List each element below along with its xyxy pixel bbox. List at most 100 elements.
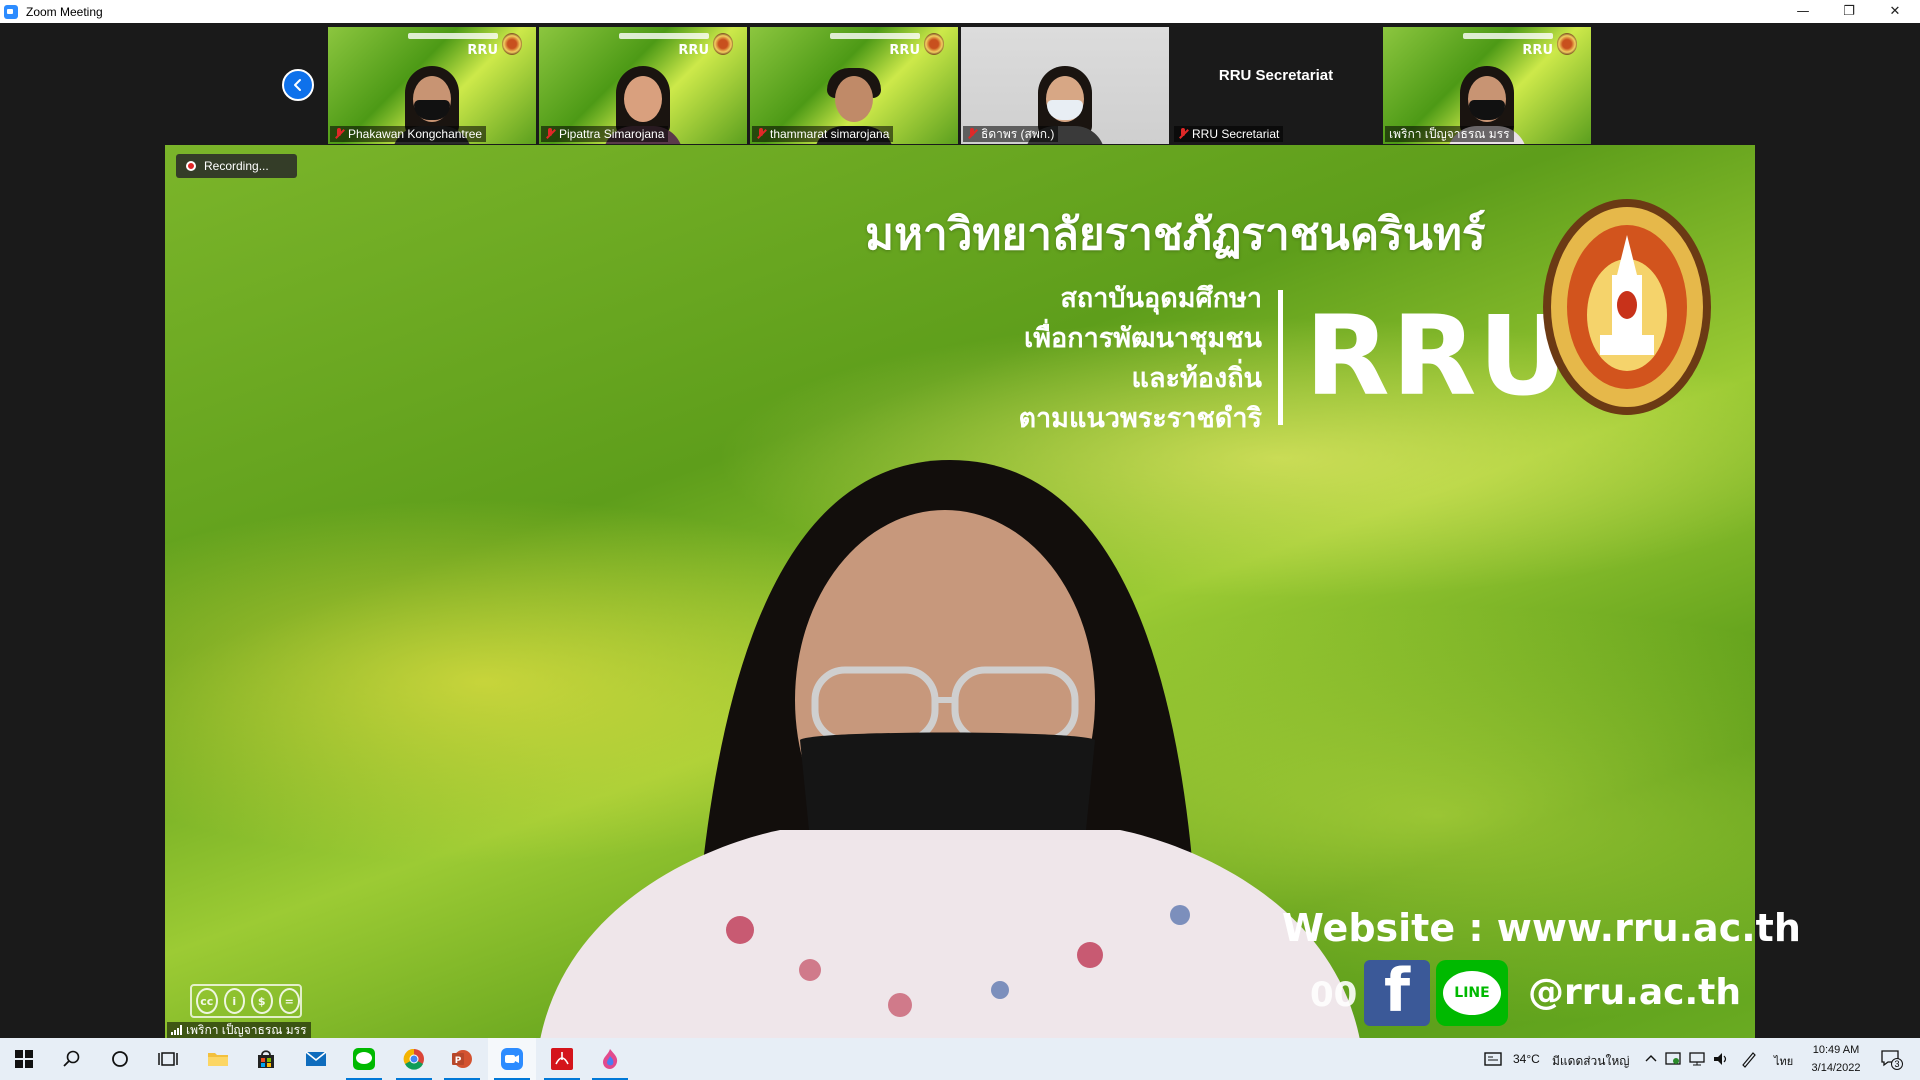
active-speaker-name: เพริกา เป็ญจาธรณ มรร	[186, 1022, 307, 1037]
start-button[interactable]	[0, 1038, 48, 1080]
close-button[interactable]: ✕	[1872, 0, 1918, 23]
weather-temperature[interactable]: 34°C	[1513, 1052, 1540, 1066]
cc-nd-icon: =	[278, 988, 300, 1014]
line-label: LINE	[1443, 971, 1501, 1015]
mic-muted-icon	[545, 128, 555, 140]
acrobat-button[interactable]	[538, 1038, 586, 1080]
background-university-name: มหาวิทยาลัยราชภัฏราชนครินทร์	[865, 209, 1486, 260]
volume-icon[interactable]	[1712, 1050, 1730, 1068]
windows-logo-icon	[15, 1050, 33, 1068]
university-seal-icon	[502, 33, 522, 55]
mic-muted-icon	[334, 128, 344, 140]
previous-page-button[interactable]	[282, 69, 314, 101]
clock-time: 10:49 AM	[1812, 1044, 1860, 1056]
background-subtitle-line: เพื่อการพัฒนาชุมชน	[1024, 323, 1262, 354]
search-icon	[63, 1050, 80, 1067]
facebook-letter: f	[1383, 960, 1411, 1026]
network-icon[interactable]	[1688, 1050, 1706, 1068]
background-website-text: Website : www.rru.ac.th	[1282, 906, 1801, 950]
window-title: Zoom Meeting	[26, 4, 103, 19]
notification-count-badge: 3	[1891, 1058, 1903, 1070]
microsoft-store-button[interactable]	[242, 1038, 290, 1080]
creative-commons-badge: cc i $ =	[190, 984, 302, 1018]
line-app-icon: LINE	[1436, 960, 1508, 1026]
participant-name-bar: Phakawan Kongchantree	[330, 126, 487, 142]
line-taskbar-button[interactable]	[340, 1038, 388, 1080]
pen-ink-icon[interactable]	[1740, 1050, 1758, 1068]
participant-thumbnail[interactable]: RRU Pipattra Simarojana	[539, 27, 747, 144]
chevron-up-icon[interactable]	[1642, 1050, 1660, 1068]
task-view-icon	[158, 1052, 178, 1066]
mail-button[interactable]	[292, 1038, 340, 1080]
mic-muted-icon	[1178, 128, 1188, 140]
participant-name-bar: thammarat simarojana	[752, 126, 894, 142]
minimize-button[interactable]: —	[1780, 0, 1826, 23]
chrome-button[interactable]	[390, 1038, 438, 1080]
window-titlebar: Zoom Meeting — ❐ ✕	[0, 0, 1920, 23]
weather-condition[interactable]: มีแดดส่วนใหญ่	[1552, 1052, 1630, 1071]
facebook-icon: f	[1364, 960, 1430, 1026]
powerpoint-icon: P	[452, 1050, 472, 1068]
participant-name: ธิดาพร (สพก.)	[981, 126, 1055, 141]
background-university-text	[408, 33, 498, 39]
mail-icon	[305, 1051, 327, 1066]
store-bag-icon	[258, 1050, 274, 1068]
clock-date: 3/14/2022	[1811, 1062, 1861, 1074]
cortana-icon	[112, 1051, 128, 1067]
line-app-icon	[353, 1048, 375, 1070]
task-view-button[interactable]	[144, 1038, 192, 1080]
background-university-text	[619, 33, 709, 39]
folder-icon	[208, 1053, 228, 1066]
participant-name-bar: ธิดาพร (สพก.)	[963, 126, 1059, 142]
system-clock[interactable]: 10:49 AM 3/14/2022	[1806, 1041, 1866, 1077]
zoom-app-icon	[501, 1048, 523, 1070]
background-social-handle: @rru.ac.th	[1528, 972, 1741, 1013]
zoom-taskbar-button[interactable]	[488, 1038, 536, 1080]
participant-name: RRU Secretariat	[1192, 127, 1280, 141]
cc-icon: cc	[196, 988, 218, 1014]
restore-button[interactable]: ❐	[1826, 0, 1872, 23]
participant-name-bar: RRU Secretariat	[1174, 126, 1284, 142]
file-explorer-button[interactable]	[194, 1038, 242, 1080]
background-university-text	[830, 33, 920, 39]
participant-name-bar: Pipattra Simarojana	[541, 126, 669, 142]
participant-thumbnail[interactable]: RRU Phakawan Kongchantree	[328, 27, 536, 144]
news-widget-icon[interactable]	[1484, 1050, 1502, 1068]
participant-thumbnail[interactable]: ธิดาพร (สพก.)	[961, 27, 1169, 144]
security-shield-icon[interactable]	[1664, 1050, 1682, 1068]
recording-label: Recording...	[204, 159, 269, 173]
recording-indicator[interactable]: Recording...	[176, 154, 297, 178]
flame-app-icon	[603, 1049, 618, 1069]
speaker-person	[540, 460, 1360, 1040]
recording-dot-icon	[186, 161, 196, 171]
action-center-button[interactable]: 3	[1880, 1048, 1903, 1070]
participant-name: Pipattra Simarojana	[559, 127, 665, 141]
search-button[interactable]	[48, 1038, 96, 1080]
powerpoint-button[interactable]: P	[438, 1038, 486, 1080]
background-partial-text: 00	[1310, 975, 1358, 1015]
signal-strength-icon	[171, 1025, 182, 1035]
mic-muted-icon	[967, 128, 977, 140]
participant-thumbnail[interactable]: RRU thammarat simarojana	[750, 27, 958, 144]
media-app-button[interactable]	[586, 1038, 634, 1080]
participant-name-bar: เพริกา เป็ญจาธรณ มรร	[1385, 126, 1514, 142]
mic-muted-icon	[756, 128, 766, 140]
participant-thumbnail[interactable]: RRU Secretariat RRU Secretariat	[1172, 27, 1380, 144]
zoom-app-icon	[4, 4, 18, 19]
participant-name: thammarat simarojana	[770, 127, 890, 141]
university-seal-icon	[1543, 199, 1711, 415]
pdf-icon	[551, 1048, 573, 1070]
university-seal-icon	[1557, 33, 1577, 55]
participant-thumbnail-active-speaker[interactable]: RRU เพริกา เป็ญจาธรณ มรร	[1383, 27, 1591, 144]
participant-name: Phakawan Kongchantree	[348, 127, 483, 141]
input-language-indicator[interactable]: ไทย	[1774, 1052, 1793, 1070]
university-seal-icon	[924, 33, 944, 55]
participant-name: เพริกา เป็ญจาธรณ มรร	[1389, 126, 1510, 141]
cortana-button[interactable]	[96, 1038, 144, 1080]
background-university-text	[1463, 33, 1553, 39]
cc-nc-icon: $	[251, 988, 273, 1014]
active-speaker-name-bar: เพริกา เป็ญจาธรณ มรร	[167, 1022, 311, 1038]
cc-by-icon: i	[223, 988, 245, 1014]
chrome-icon	[403, 1048, 424, 1070]
background-subtitle-line: สถาบันอุดมศึกษา	[1060, 283, 1262, 314]
